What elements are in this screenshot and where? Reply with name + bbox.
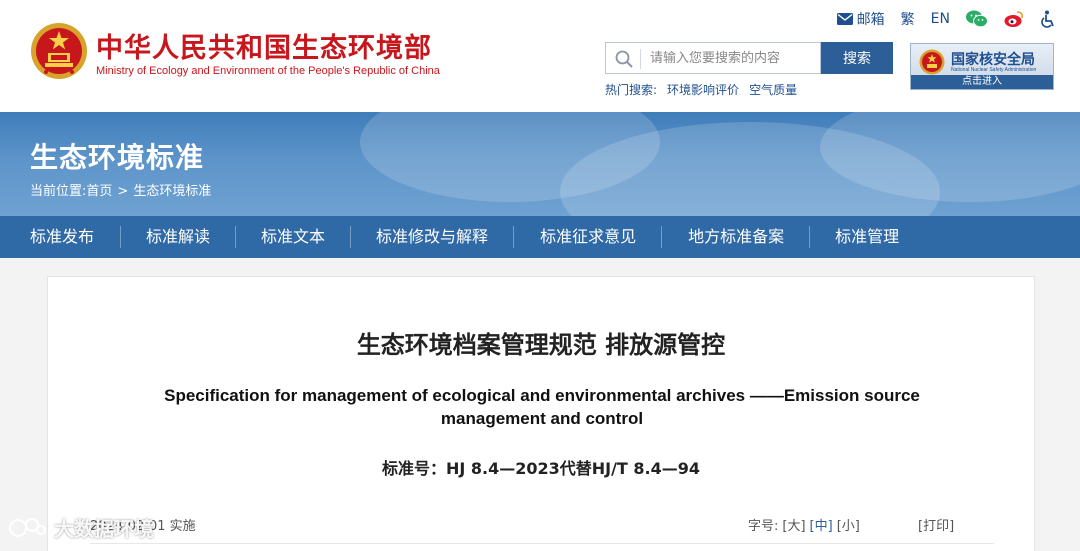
search-icon bbox=[615, 50, 633, 68]
nav-divider bbox=[350, 226, 352, 248]
hot-search-item-air-quality[interactable]: 空气质量 bbox=[749, 81, 797, 98]
font-size-medium[interactable]: [中] bbox=[810, 515, 833, 534]
article-panel: 生态环境档案管理规范 排放源管控 Specification for manag… bbox=[47, 276, 1035, 551]
tab-standard-release[interactable]: 标准发布 bbox=[30, 216, 94, 258]
watermark-logo-icon bbox=[9, 517, 46, 537]
hot-search-item-eia[interactable]: 环境影响评价 bbox=[667, 81, 739, 98]
ministry-name-cn[interactable]: 中华人民共和国生态环境部 bbox=[96, 26, 432, 65]
nnsa-name-cn: 国家核安全局 bbox=[951, 52, 1035, 68]
print-button[interactable]: [打印] bbox=[918, 515, 954, 534]
search-bar: 搜索 bbox=[605, 42, 893, 74]
mail-label: 邮箱 bbox=[856, 12, 885, 28]
standard-code: 标准号：HJ 8.4—2023代替HJ/T 8.4—94 bbox=[381, 459, 701, 478]
page-banner: 生态环境标准 当前位置:首页 > 生态环境标准 bbox=[0, 112, 1080, 216]
nav-divider bbox=[809, 226, 811, 248]
traditional-chinese-link[interactable]: 繁 bbox=[901, 9, 915, 29]
breadcrumb-home[interactable]: 首页 bbox=[86, 184, 112, 199]
tab-standard-revision[interactable]: 标准修改与解释 bbox=[376, 216, 488, 258]
breadcrumb-prefix: 当前位置: bbox=[30, 184, 87, 199]
watermark-text: 大数据环境 bbox=[54, 517, 154, 541]
nnsa-emblem-icon bbox=[919, 49, 945, 75]
font-size-large[interactable]: [大] bbox=[782, 515, 805, 534]
nnsa-name-en: National Nuclear Safety Administration bbox=[951, 67, 1037, 73]
breadcrumb: 当前位置:首页 > 生态环境标准 bbox=[30, 180, 211, 199]
ministry-name-en: Ministry of Ecology and Environment of t… bbox=[96, 65, 440, 77]
nav-divider bbox=[235, 226, 237, 248]
article-title-en: Specification for management of ecologic… bbox=[164, 386, 920, 428]
nav-divider bbox=[513, 226, 515, 248]
utility-links: 邮箱 繁 EN bbox=[836, 8, 1056, 30]
main-nav: 标准发布 标准解读 标准文本 标准修改与解释 标准征求意见 地方标准备案 标准管… bbox=[0, 216, 1080, 258]
nav-divider bbox=[120, 226, 122, 248]
article-title-cn: 生态环境档案管理规范 排放源管控 bbox=[356, 331, 726, 359]
tab-standard-text[interactable]: 标准文本 bbox=[261, 216, 325, 258]
page-title: 生态环境标准 bbox=[30, 141, 205, 174]
content-divider bbox=[90, 543, 994, 544]
hot-search-label: 热门搜索: bbox=[605, 83, 658, 97]
font-size-small[interactable]: [小] bbox=[837, 515, 860, 534]
watermark: 大数据环境 bbox=[8, 513, 154, 542]
tab-standard-interpretation[interactable]: 标准解读 bbox=[146, 216, 210, 258]
nav-divider bbox=[661, 226, 663, 248]
accessibility-icon[interactable] bbox=[1040, 10, 1056, 28]
wechat-icon[interactable] bbox=[966, 10, 988, 28]
nnsa-link-banner[interactable]: 国家核安全局 National Nuclear Safety Administr… bbox=[910, 43, 1054, 90]
tab-local-standard-filing[interactable]: 地方标准备案 bbox=[688, 216, 784, 258]
breadcrumb-separator: > bbox=[117, 184, 129, 199]
search-box bbox=[605, 42, 821, 74]
national-emblem-icon[interactable] bbox=[30, 22, 88, 80]
search-button[interactable]: 搜索 bbox=[821, 42, 893, 74]
site-header: 中华人民共和国生态环境部 Ministry of Ecology and Env… bbox=[0, 0, 1080, 112]
hot-search: 热门搜索: 环境影响评价 空气质量 bbox=[605, 81, 797, 98]
tab-standard-management[interactable]: 标准管理 bbox=[835, 216, 899, 258]
nnsa-enter-label: 点击进入 bbox=[911, 75, 1053, 89]
tab-standard-consultation[interactable]: 标准征求意见 bbox=[540, 216, 636, 258]
mail-link[interactable]: 邮箱 bbox=[836, 9, 885, 29]
weibo-icon[interactable] bbox=[1004, 10, 1024, 28]
font-size-switcher: 字号: [大] [中] [小] bbox=[748, 515, 860, 534]
search-separator bbox=[640, 49, 641, 69]
mail-icon bbox=[836, 13, 853, 25]
english-link[interactable]: EN bbox=[931, 11, 950, 27]
font-size-label: 字号: bbox=[748, 519, 779, 534]
search-input[interactable] bbox=[606, 43, 820, 73]
breadcrumb-current[interactable]: 生态环境标准 bbox=[133, 184, 211, 199]
